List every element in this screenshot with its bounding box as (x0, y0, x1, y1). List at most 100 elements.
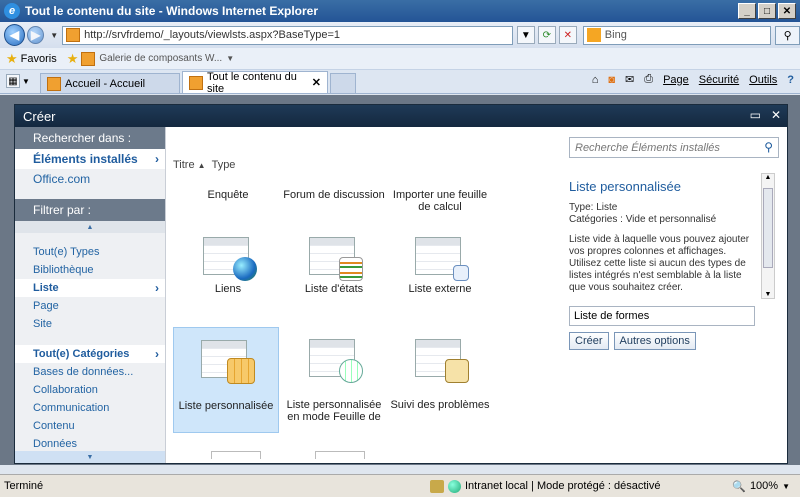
create-button[interactable]: Créer (569, 332, 609, 350)
window-title: Tout le contenu du site - Windows Intern… (25, 4, 319, 18)
favorite-dropdown-icon[interactable]: ▼ (226, 54, 234, 63)
nav-category-label: Tout(e) Catégories (33, 348, 130, 360)
globe-icon (233, 257, 257, 281)
tab-site-content[interactable]: Tout le contenu du site ✕ (182, 71, 328, 95)
status-list-icon (309, 237, 363, 281)
search-icon[interactable]: ⚲ (775, 25, 800, 45)
nav-category-label: Communication (33, 402, 110, 414)
forward-button[interactable]: ▶ (27, 26, 45, 44)
detail-scroll-down-icon[interactable]: ▼ (762, 291, 774, 298)
sort-by-title[interactable]: Titre ▲ (173, 159, 206, 171)
nav-installed[interactable]: Éléments installés › (15, 149, 165, 169)
tile-label: Enquête (207, 189, 249, 201)
tools-menu[interactable]: Outils (749, 74, 777, 86)
tile-datasheet-list[interactable]: Liste personnalisée en mode Feuille de (281, 339, 387, 423)
status-text: Terminé (4, 480, 44, 492)
nav-scroll-down-icon[interactable]: ▼ (15, 451, 165, 463)
tile-partial (211, 451, 261, 459)
nav-office[interactable]: Office.com (15, 169, 165, 189)
close-tab-icon[interactable]: ✕ (312, 76, 321, 89)
more-options-button[interactable]: Autres options (613, 332, 696, 350)
clipboard-icon (445, 359, 469, 383)
nav-categories-all[interactable]: Tout(e) Catégories › (15, 345, 165, 363)
nav-type-site[interactable]: Site (15, 315, 165, 333)
quick-tabs-icon[interactable]: ▦ (6, 74, 20, 88)
nav-type-page[interactable]: Page (15, 297, 165, 315)
nav-type-all[interactable]: Tout(e) Types (15, 243, 165, 261)
back-button[interactable]: ◀ (4, 24, 25, 46)
nav-category-databases[interactable]: Bases de données... (15, 363, 165, 381)
nav-scroll-up-icon[interactable]: ▲ (15, 221, 165, 233)
favorite-item[interactable]: Galerie de composants W... ▼ (81, 51, 234, 66)
tile-status-list[interactable]: Liste d'états (281, 237, 387, 295)
tile-links[interactable]: Liens (175, 237, 281, 295)
refresh-icon[interactable]: ⟳ (537, 26, 556, 44)
nav-type-label: Page (33, 300, 59, 312)
tab-bar: ▦ ▼ Accueil - Accueil Tout le contenu du… (0, 70, 800, 95)
help-icon[interactable]: ? (787, 74, 794, 86)
stop-icon[interactable]: ✕ (558, 26, 577, 44)
search-placeholder: Bing (604, 29, 627, 41)
address-dropdown-icon[interactable]: ▼ (516, 26, 535, 44)
nav-type-list[interactable]: Liste › (15, 279, 165, 297)
status-zone[interactable]: Intranet local | Mode protégé : désactiv… (430, 479, 660, 493)
close-button[interactable]: ✕ (778, 3, 796, 19)
external-list-icon (415, 237, 469, 281)
minimize-button[interactable]: _ (738, 3, 756, 19)
quick-tabs[interactable]: ▦ ▼ (6, 72, 40, 90)
nav-category-collaboration[interactable]: Collaboration (15, 381, 165, 399)
zoom-dropdown-icon[interactable]: ▼ (782, 482, 790, 491)
tile-discussion[interactable]: Forum de discussion (281, 189, 387, 201)
installed-search-input[interactable]: Recherche Éléments installés ⚲ (569, 137, 779, 158)
address-toolbar: ◀ ▶ ▼ http://srvfrdemo/_layouts/viewlsts… (0, 22, 800, 48)
print-icon[interactable]: ⎙ (644, 73, 653, 86)
favorite-page-icon (81, 51, 96, 66)
search-box[interactable]: Bing (582, 25, 772, 45)
home-icon[interactable]: ⌂ (592, 74, 599, 86)
dialog-title-bar: Créer ▭ ✕ (15, 105, 787, 127)
installed-search-placeholder: Recherche Éléments installés (575, 141, 720, 154)
tile-custom-list[interactable]: Liste personnalisée (173, 327, 279, 433)
tile-import-spreadsheet[interactable]: Importer une feuille de calcul (387, 189, 493, 213)
address-url: http://srvfrdemo/_layouts/viewlsts.aspx?… (84, 29, 340, 41)
detail-scroll-thumb[interactable] (763, 188, 773, 268)
custom-list-icon (201, 340, 255, 384)
ie-logo-icon: e (4, 3, 20, 19)
tab-accueil[interactable]: Accueil - Accueil (40, 73, 180, 93)
history-dropdown-icon[interactable]: ▼ (50, 31, 58, 40)
nav-type-library[interactable]: Bibliothèque (15, 261, 165, 279)
detail-title: Liste personnalisée (569, 179, 682, 194)
tab-list-icon[interactable]: ▼ (22, 77, 30, 86)
nav-category-content[interactable]: Contenu (15, 417, 165, 435)
datasheet-list-icon (309, 339, 363, 383)
sync-icon (453, 265, 469, 281)
search-icon[interactable]: ⚲ (764, 140, 773, 154)
address-bar[interactable]: http://srvfrdemo/_layouts/viewlsts.aspx?… (62, 25, 513, 45)
dialog-close-icon[interactable]: ✕ (771, 108, 781, 122)
mail-icon[interactable]: ✉ (625, 73, 634, 86)
detail-scroll-up-icon[interactable]: ▲ (762, 174, 774, 181)
zoom-control[interactable]: 🔍 100% ▼ (732, 480, 790, 493)
detail-scrollbar[interactable]: ▲ ▼ (761, 173, 775, 299)
zoom-icon: 🔍 (732, 480, 746, 493)
nav-category-communication[interactable]: Communication (15, 399, 165, 417)
page-menu[interactable]: Page (663, 74, 689, 86)
nav-category-label: Bases de données... (33, 366, 134, 378)
dialog-maximize-icon[interactable]: ▭ (750, 108, 761, 122)
favorites-button[interactable]: Favoris (21, 53, 57, 65)
security-menu[interactable]: Sécurité (699, 74, 739, 86)
tile-survey[interactable]: Enquête (175, 189, 281, 201)
tile-external-list[interactable]: Liste externe (387, 237, 493, 295)
tile-label: Liste d'états (304, 283, 364, 295)
add-favorite-icon[interactable]: ★ (67, 51, 79, 67)
tile-issue-tracking[interactable]: Suivi des problèmes (387, 339, 493, 411)
sort-by-type[interactable]: Type (212, 159, 236, 171)
sort-title-label: Titre (173, 159, 195, 171)
feeds-icon[interactable]: ◙ (608, 74, 615, 86)
maximize-button[interactable]: □ (758, 3, 776, 19)
nav-installed-label: Éléments installés (33, 152, 138, 166)
security-icon (430, 479, 444, 493)
new-tab-button[interactable] (330, 73, 356, 93)
tile-label: Suivi des problèmes (390, 399, 490, 411)
list-name-input[interactable]: Liste de formes (569, 306, 755, 326)
